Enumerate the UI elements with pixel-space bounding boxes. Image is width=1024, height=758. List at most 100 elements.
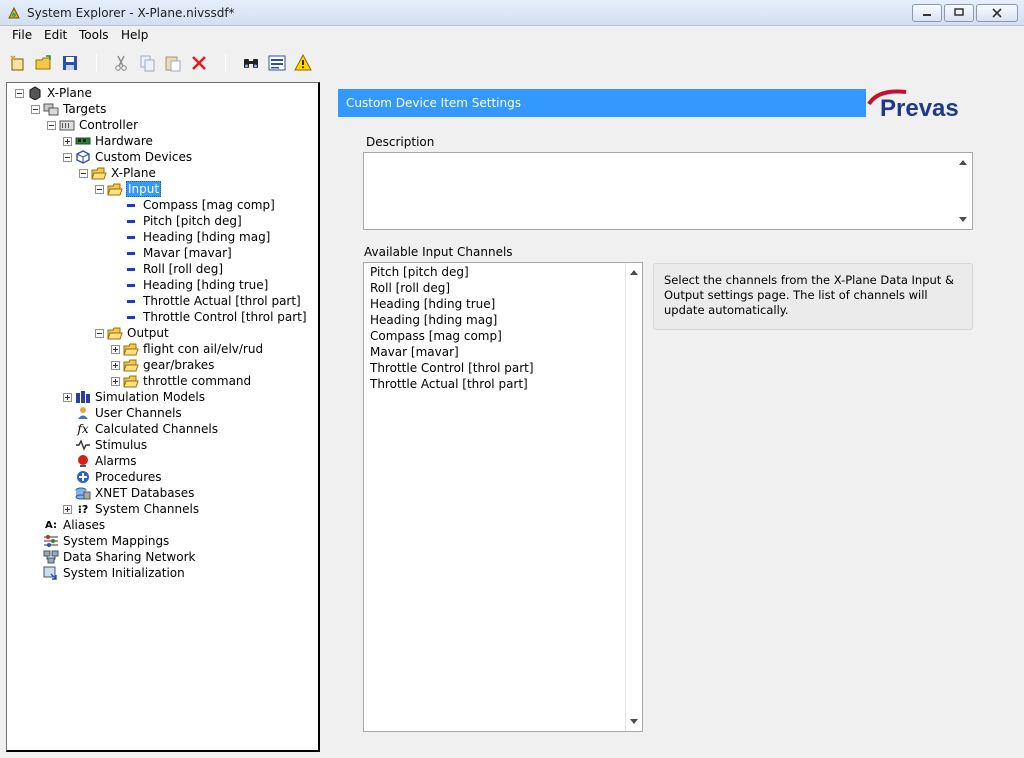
cut-button[interactable] [110,52,132,74]
tree-node-output-folder[interactable]: flight con ail/elv/rud [111,341,264,357]
channel-icon [127,251,135,255]
list-item[interactable]: Heading [hding true] [370,297,495,313]
function-icon: fx [77,422,89,436]
collapse-toggle[interactable] [63,152,72,162]
tree-channel[interactable]: Compass [mag comp] [127,197,276,213]
menu-edit[interactable]: Edit [44,28,67,42]
collapse-toggle[interactable] [95,184,104,194]
tree-node-data-sharing-network[interactable]: Data Sharing Network [31,549,196,565]
open-button[interactable] [33,52,55,74]
delete-button[interactable] [188,52,210,74]
system-channels-icon: ⁝? [77,502,89,516]
expand-toggle[interactable] [63,504,72,514]
tree-node-xnet-databases[interactable]: XNET Databases [63,485,195,501]
folder-open-icon [107,181,123,197]
prevas-logo: Prevas [866,87,1006,122]
minimize-button[interactable] [912,4,942,22]
tree-node-output-folder[interactable]: gear/brakes [111,357,215,373]
list-settings-icon [268,55,286,71]
collapse-toggle[interactable] [47,120,56,130]
collapse-toggle[interactable] [95,328,104,338]
scroll-up-icon[interactable] [630,270,638,275]
tree-node-targets[interactable]: Targets [31,101,107,117]
close-icon [992,8,1002,18]
binoculars-icon [244,59,258,68]
tree-node-hardware[interactable]: Hardware [63,133,154,149]
list-item[interactable]: Throttle Control [throl part] [370,361,534,377]
tree-node-system-channels[interactable]: ⁝? System Channels [63,501,200,517]
paste-button[interactable] [162,52,184,74]
tree-node-output[interactable]: Output [95,325,170,341]
folder-icon [123,341,139,357]
tree-node-simulation-models[interactable]: Simulation Models [63,389,206,405]
properties-button[interactable] [266,52,288,74]
tree-node-procedures[interactable]: Procedures [63,469,163,485]
list-item[interactable]: Mavar [mavar] [370,345,459,361]
collapse-toggle[interactable] [15,88,24,98]
mappings-icon [43,533,59,549]
expand-toggle[interactable] [111,344,120,354]
tree-node-aliases[interactable]: A: Aliases [31,517,106,533]
user-channels-icon [75,405,91,421]
tree-node-system-initialization[interactable]: System Initialization [31,565,186,581]
tree-node-stimulus[interactable]: Stimulus [63,437,148,453]
tree-channel[interactable]: Mavar [mavar] [127,245,233,261]
expand-toggle[interactable] [111,376,120,386]
warnings-button[interactable] [292,52,314,74]
delete-icon [192,56,206,70]
scroll-up-icon[interactable] [959,160,967,165]
expand-toggle[interactable] [63,392,72,402]
maximize-button[interactable] [944,4,974,22]
menu-tools[interactable]: Tools [79,28,109,42]
expand-toggle[interactable] [63,136,72,146]
tree-node-xplane-device[interactable]: X-Plane [79,165,157,181]
channels-hint: Select the channels from the X-Plane Dat… [653,263,973,330]
menu-file[interactable]: File [12,28,32,42]
tree-node-system-mappings[interactable]: System Mappings [31,533,170,549]
menu-bar: File Edit Tools Help [0,26,1024,46]
tree-channel[interactable]: Pitch [pitch deg] [127,213,243,229]
system-tree[interactable]: X-Plane Targets Controller Hardware Cust… [6,82,320,752]
menu-help[interactable]: Help [121,28,148,42]
list-item[interactable]: Compass [mag comp] [370,329,502,345]
description-scrollbar[interactable] [955,153,972,229]
system-definition-icon [27,85,43,101]
tree-channel[interactable]: Throttle Control [throl part] [127,309,308,325]
save-button[interactable] [59,52,81,74]
scroll-down-icon[interactable] [630,719,638,724]
list-item[interactable]: Throttle Actual [throl part] [370,377,528,393]
tree-node-root[interactable]: X-Plane [15,85,93,101]
tree-node-custom-devices[interactable]: Custom Devices [63,149,193,165]
channel-icon [127,235,135,239]
collapse-toggle[interactable] [31,104,40,114]
tree-node-calculated-channels[interactable]: fx Calculated Channels [63,421,219,437]
title-bar: System Explorer - X-Plane.nivssdf* [0,0,1024,26]
close-button[interactable] [976,4,1018,22]
available-channels-list[interactable]: Pitch [pitch deg] Roll [roll deg] Headin… [363,262,643,732]
find-button[interactable] [240,52,262,74]
new-button[interactable] [7,52,29,74]
list-item[interactable]: Pitch [pitch deg] [370,265,469,281]
tree-node-input[interactable]: Input [95,181,162,197]
channels-label: Available Input Channels [364,245,513,259]
tree-node-user-channels[interactable]: User Channels [63,405,183,421]
tree-node-output-folder[interactable]: throttle command [111,373,252,389]
copy-button[interactable] [136,52,158,74]
list-item[interactable]: Roll [roll deg] [370,281,450,297]
tree-node-alarms[interactable]: Alarms [63,453,138,469]
collapse-toggle[interactable] [79,168,88,178]
new-file-icon [10,55,24,71]
channel-icon [127,203,135,207]
scroll-down-icon[interactable] [959,217,967,222]
tree-channel[interactable]: Heading [hding mag] [127,229,271,245]
tree-node-controller[interactable]: Controller [47,117,139,133]
tree-channel[interactable]: Heading [hding true] [127,277,269,293]
tree-channel[interactable]: Throttle Actual [throl part] [127,293,302,309]
stimulus-icon [75,437,91,453]
expand-toggle[interactable] [111,360,120,370]
channels-scrollbar[interactable] [625,263,642,731]
system-explorer-icon [8,6,20,19]
tree-channel[interactable]: Roll [roll deg] [127,261,224,277]
description-field[interactable] [363,152,973,230]
list-item[interactable]: Heading [hding mag] [370,313,497,329]
